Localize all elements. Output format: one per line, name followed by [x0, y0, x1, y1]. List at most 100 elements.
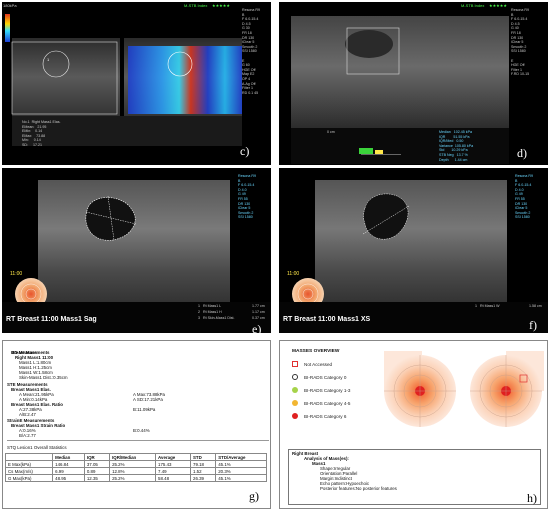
table-cell: 0.89 — [83, 467, 111, 475]
panel-label-c: c) — [240, 144, 250, 158]
b-mode-left — [12, 38, 120, 116]
table-cell: 79.18 — [189, 460, 217, 468]
table-header-row: Median IQR IQR/Median Average STD STD/Average — [4, 453, 267, 461]
scanner-params: Resona R9 B F 6.0-15.4 D 4.0 G 49 FR 55 … — [238, 174, 256, 220]
panel-label-e: e) — [252, 322, 262, 333]
ratio-ab: A/B:2.47 — [19, 412, 36, 417]
table-row: E Max(kPa) 146.84 37.05 25.2% 175.43 79.18 45.… — [4, 460, 267, 468]
depth-scale-label: 0 cm — [327, 130, 335, 134]
table-cell: 25.2% — [109, 474, 157, 482]
measurement-2-label: 2 Rt Mass1 H — [198, 310, 222, 314]
table-cell — [4, 453, 54, 461]
panel-g-report: 2D Measurements Breast Mass Right Mass1 … — [2, 340, 271, 509]
table-cell: E Max(kPa) — [4, 460, 54, 468]
legend-birads-6: BI-RADS Category 6 — [292, 413, 346, 419]
stb-index-label: M-STB Index — [184, 3, 208, 8]
circle-icon — [292, 400, 298, 406]
shear-wave-image — [291, 16, 509, 164]
square-marker-icon — [292, 361, 298, 367]
statistics-table: Median IQR IQR/Median Average STD STD/Average… — [4, 453, 267, 482]
table-cell: 7.49 — [155, 467, 191, 475]
measurement-readout: No.1 Right Mass1 Elas. EMean: 21.95 EMin… — [22, 120, 61, 147]
table-cell: STD — [189, 453, 217, 461]
shear-wave-stats: Median 102.45 kPa IQR 51.55 kPa IQR/Med … — [439, 130, 474, 162]
panel-d-shear-wave: M-STB Index ★★★★★ Resona R9 B F 6.0-15.4… — [279, 2, 548, 165]
clock-position: 11:00 — [287, 271, 300, 277]
table-cell: 1.52 — [189, 467, 217, 475]
circle-icon — [292, 387, 298, 393]
measurement-1-value: 1.77 cm — [252, 304, 265, 308]
table-cell: STD/Average — [215, 453, 267, 461]
table-row: G Max(kPa) 48.95 12.35 25.2% 58.48 26.39 45.1% — [4, 474, 267, 482]
legend-birads-0: BI-RADS Category 0 — [292, 374, 346, 380]
sagittal-image — [2, 180, 271, 333]
panel-label-f: f) — [529, 318, 537, 332]
circle-icon — [292, 413, 298, 419]
table-cell: 37.05 — [83, 460, 111, 468]
image-title: RT Breast 11:00 Mass1 XS — [283, 316, 371, 323]
table-cell: 20.3% — [215, 467, 267, 475]
table-cell: Median — [52, 453, 85, 461]
transverse-image — [279, 180, 548, 333]
overview-title: MASSES OVERVIEW — [292, 349, 340, 354]
panel-f-transverse: Resona R9 B F 6.0-15.4 D 4.0 G 49 FR 55 … — [279, 168, 548, 333]
measurement-1-label: 1 Rt Mass1 L — [198, 304, 222, 308]
table-cell: 58.48 — [155, 474, 191, 482]
strain-ba: B/A:2.77 — [19, 433, 36, 438]
table-cell: IQR — [83, 453, 111, 461]
legend-birads-1-3: BI-RADS Category 1-3 — [292, 387, 350, 393]
stb-stars: ★★★★★ — [489, 3, 507, 8]
table-cell: G Max(kPa) — [4, 474, 54, 482]
measurement-2-value: 1.17 cm — [252, 310, 265, 314]
panel-label-g: g) — [249, 489, 259, 503]
ratio-b: B:11.09kPa — [133, 407, 156, 412]
measurement-3-label: 3 Rt Skin-Mass1 Dist. — [198, 316, 235, 320]
b-mode-area — [315, 180, 507, 302]
stb-index-label: M-STB Index — [461, 3, 485, 8]
measurement-1-value: 1.58 cm — [529, 304, 542, 308]
skin-mass-dist: Skin-Mass1 Dist.:0.35cm — [19, 375, 68, 380]
image-title: RT Breast 11:00 Mass1 Sag — [6, 316, 97, 323]
legend-birads-4-5: BI-RADS Category 4-5 — [292, 400, 350, 406]
scale-top-label: 180kPa — [3, 3, 17, 8]
measurement-3-value: 0.37 cm — [252, 316, 265, 320]
panel-c-elastography: 180kPa M-STB Index ★★★★★ Resona R9 B F 6… — [2, 2, 271, 165]
scanner-params: Resona R9 B F 6.0-15.4 D 4.5 G 40 FR 18 … — [511, 8, 530, 77]
table-cell: 48.95 — [52, 474, 85, 482]
scanner-params: Resona R9 B F 6.0-15.4 D 4.0 G 49 FR 55 … — [515, 174, 533, 220]
table-cell: 45.1% — [215, 474, 267, 482]
table-row: Cs Max(m/s) 6.99 0.89 12.8% 7.49 1.52 20.3% — [4, 467, 267, 475]
analysis-heading: Analysis of Mass(es): — [304, 456, 349, 461]
quality-bar — [359, 148, 373, 154]
circle-icon — [292, 374, 298, 380]
lesion — [345, 30, 393, 58]
measurement-1-label: 1 Rt Mass1 W — [475, 304, 500, 308]
breast-diagrams — [384, 351, 544, 427]
table-cell: 25.2% — [109, 460, 157, 468]
legend-not-accessed: Not Accessed — [292, 361, 332, 367]
stats-title: STQ Lesion1 Overall Statistics — [7, 445, 67, 450]
table-cell: 175.43 — [155, 460, 191, 468]
b-mode-area — [291, 16, 509, 128]
panel-h-overview: MASSES OVERVIEW Not Accessed BI-RADS Cat… — [279, 340, 548, 509]
table-cell: 146.84 — [52, 460, 85, 468]
scanner-params: Resona R9 B F 6.0-15.4 D 4.5 G 30 FR 18 … — [242, 8, 260, 95]
panel-label-h: h) — [527, 491, 537, 505]
table-cell: IQR/Median — [109, 453, 157, 461]
strain-b: B:0.44% — [133, 428, 150, 433]
elastography-overlay — [128, 46, 242, 114]
clock-position: 11:00 — [10, 271, 23, 277]
color-scale-bar — [5, 14, 10, 42]
panel-label-d: d) — [517, 146, 527, 160]
table-cell: 26.39 — [189, 474, 217, 482]
stb-stars: ★★★★★ — [212, 3, 230, 8]
table-cell: 45.1% — [215, 460, 267, 468]
table-cell: 6.99 — [52, 467, 85, 475]
b-mode-area — [38, 180, 230, 302]
roi-marker-number: 1 — [47, 57, 50, 62]
elas-sd: A SD:17.21kPa — [133, 397, 163, 402]
table-cell: 12.35 — [83, 474, 111, 482]
table-cell: Cs Max(m/s) — [4, 467, 54, 475]
right-breast-diagram — [384, 351, 456, 427]
table-cell: 12.8% — [109, 467, 157, 475]
